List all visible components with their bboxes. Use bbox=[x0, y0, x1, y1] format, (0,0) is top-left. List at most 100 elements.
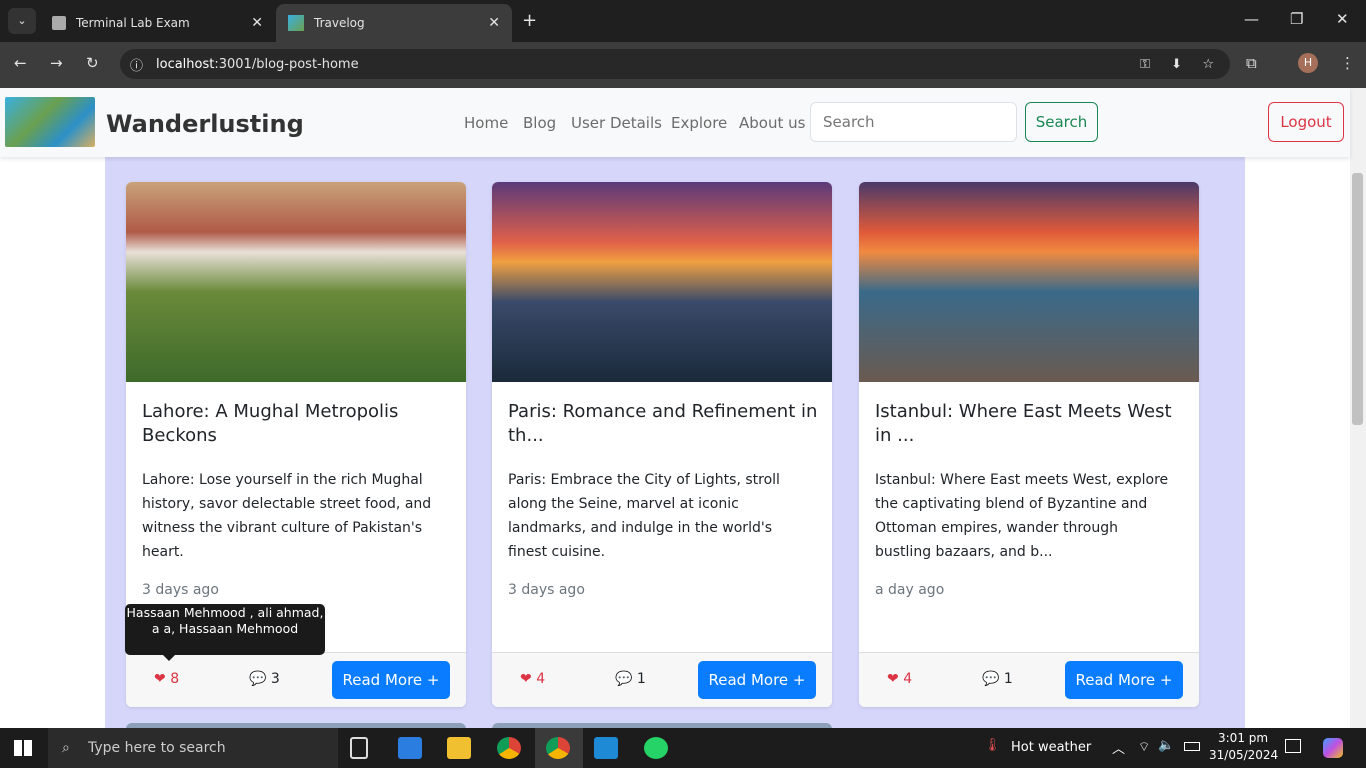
extensions-icon[interactable]: ⧉ bbox=[1246, 54, 1257, 72]
card-footer: ❤ 8 💬 3 Read More + bbox=[126, 652, 466, 707]
search-icon: ⌕ bbox=[62, 740, 70, 756]
comment-button[interactable]: 💬 3 bbox=[249, 671, 280, 687]
comment-icon: 💬 bbox=[982, 671, 1000, 687]
read-more-button[interactable]: Read More + bbox=[1065, 661, 1183, 699]
address-bar-row: ← → ↻ ⓘ localhost:3001/blog-post-home ⚿ … bbox=[0, 42, 1366, 88]
password-key-icon[interactable]: ⚿ bbox=[1140, 57, 1150, 72]
read-more-button[interactable]: Read More + bbox=[332, 661, 450, 699]
search-button[interactable]: Search bbox=[1025, 102, 1098, 142]
tab-search-button[interactable]: ⌄ bbox=[8, 8, 36, 34]
menu-icon[interactable]: ⋮ bbox=[1340, 54, 1355, 72]
post-title[interactable]: Istanbul: Where East Meets West in ... bbox=[875, 400, 1185, 448]
store-icon[interactable] bbox=[398, 737, 422, 759]
post-time: 3 days ago bbox=[142, 582, 219, 598]
post-time: a day ago bbox=[875, 582, 945, 598]
file-explorer-icon[interactable] bbox=[447, 737, 471, 759]
search-input[interactable] bbox=[810, 102, 1017, 142]
battery-icon[interactable] bbox=[1184, 742, 1200, 751]
reload-icon[interactable]: ↻ bbox=[86, 54, 99, 72]
like-count: 8 bbox=[170, 671, 180, 687]
scrollbar-thumb[interactable] bbox=[1352, 173, 1363, 425]
vscode-icon[interactable] bbox=[594, 737, 618, 759]
tab-travelog[interactable]: Travelog ✕ bbox=[276, 4, 512, 42]
new-tab-icon[interactable]: + bbox=[522, 10, 537, 31]
like-count: 4 bbox=[903, 671, 913, 687]
whatsapp-icon[interactable] bbox=[644, 737, 668, 759]
post-title[interactable]: Lahore: A Mughal Metropolis Beckons bbox=[142, 400, 452, 448]
taskbar-search[interactable]: ⌕ Type here to search bbox=[48, 728, 338, 768]
like-count: 4 bbox=[536, 671, 546, 687]
nav-about-us[interactable]: About us bbox=[739, 114, 805, 132]
brand-logo[interactable] bbox=[5, 97, 95, 147]
like-button[interactable]: ❤ 8 bbox=[154, 671, 179, 687]
tray-chevron-icon[interactable]: ︿ bbox=[1112, 738, 1125, 757]
post-image bbox=[859, 182, 1199, 382]
page-icon bbox=[52, 16, 66, 30]
tab-strip: ⌄ Terminal Lab Exam ✕ Travelog ✕ + — ❐ ✕ bbox=[0, 0, 1366, 42]
like-button[interactable]: ❤ 4 bbox=[520, 671, 545, 687]
url-path: :3001/blog-post-home bbox=[214, 56, 359, 72]
heart-icon: ❤ bbox=[520, 671, 532, 687]
tab-title: Travelog bbox=[314, 16, 365, 30]
nav-user-details[interactable]: User Details bbox=[571, 114, 662, 132]
comment-button[interactable]: 💬 1 bbox=[615, 671, 646, 687]
back-icon[interactable]: ← bbox=[14, 54, 27, 72]
logout-button[interactable]: Logout bbox=[1268, 102, 1344, 142]
comment-count: 1 bbox=[636, 671, 646, 687]
bookmark-star-icon[interactable]: ☆ bbox=[1202, 57, 1214, 72]
navbar: Wanderlusting Home Blog User Details Exp… bbox=[0, 88, 1350, 157]
nav-blog[interactable]: Blog bbox=[523, 114, 556, 132]
post-excerpt: Istanbul: Where East meets West, explore… bbox=[875, 472, 1169, 560]
heart-icon: ❤ bbox=[154, 671, 166, 687]
post-title[interactable]: Paris: Romance and Refinement in th... bbox=[508, 400, 818, 448]
notifications-icon[interactable] bbox=[1285, 739, 1301, 753]
close-window-icon[interactable]: ✕ bbox=[1336, 10, 1349, 28]
heart-icon: ❤ bbox=[887, 671, 899, 687]
likes-tooltip: Hassaan Mehmood , ali ahmad, a a, Hassaa… bbox=[125, 604, 325, 661]
brand-name[interactable]: Wanderlusting bbox=[106, 110, 304, 138]
start-button[interactable] bbox=[14, 740, 32, 756]
taskbar: ⌕ Type here to search 🌡 Hot weather ︿ ⌔ 🔈… bbox=[0, 728, 1366, 768]
like-button[interactable]: ❤ 4 bbox=[887, 671, 912, 687]
chrome-active[interactable] bbox=[535, 728, 583, 768]
post-excerpt: Lahore: Lose yourself in the rich Mughal… bbox=[142, 472, 432, 560]
read-more-button[interactable]: Read More + bbox=[698, 661, 816, 699]
favicon bbox=[288, 15, 304, 31]
comment-count: 1 bbox=[1003, 671, 1013, 687]
comment-icon: 💬 bbox=[615, 671, 633, 687]
url-input[interactable]: ⓘ localhost:3001/blog-post-home ⚿ ⬇ ☆ bbox=[120, 49, 1230, 79]
clock-date[interactable]: 31/05/2024 bbox=[1209, 748, 1278, 762]
card-footer: ❤ 4 💬 1 Read More + bbox=[492, 652, 832, 707]
restore-icon[interactable]: ❐ bbox=[1290, 10, 1303, 28]
nav-home[interactable]: Home bbox=[464, 114, 508, 132]
scrollbar[interactable] bbox=[1350, 88, 1366, 728]
url-host: localhost bbox=[156, 56, 215, 72]
comment-icon: 💬 bbox=[249, 671, 267, 687]
post-excerpt: Paris: Embrace the City of Lights, strol… bbox=[508, 472, 780, 560]
nav-explore[interactable]: Explore bbox=[671, 114, 727, 132]
post-card: Paris: Romance and Refinement in th... P… bbox=[492, 182, 832, 707]
clock-time[interactable]: 3:01 pm bbox=[1218, 731, 1268, 745]
wifi-icon[interactable]: ⌔ bbox=[1138, 739, 1150, 755]
comment-count: 3 bbox=[270, 671, 280, 687]
minimize-icon[interactable]: — bbox=[1244, 10, 1259, 28]
tab-terminal-lab-exam[interactable]: Terminal Lab Exam ✕ bbox=[40, 4, 275, 42]
weather-text[interactable]: Hot weather bbox=[1011, 740, 1091, 755]
close-tab-icon[interactable]: ✕ bbox=[488, 15, 500, 31]
volume-icon[interactable]: 🔈 bbox=[1158, 738, 1174, 753]
post-time: 3 days ago bbox=[508, 582, 585, 598]
comment-button[interactable]: 💬 1 bbox=[982, 671, 1013, 687]
post-image bbox=[126, 182, 466, 382]
chrome-profile-icon bbox=[546, 737, 570, 759]
card-footer: ❤ 4 💬 1 Read More + bbox=[859, 652, 1199, 707]
copilot-icon[interactable] bbox=[1323, 738, 1343, 758]
install-app-icon[interactable]: ⬇ bbox=[1171, 57, 1182, 72]
task-view-icon[interactable] bbox=[350, 737, 368, 759]
taskbar-search-placeholder: Type here to search bbox=[88, 740, 226, 756]
chrome-icon[interactable] bbox=[497, 737, 521, 759]
close-tab-icon[interactable]: ✕ bbox=[251, 15, 263, 31]
weather-icon: 🌡 bbox=[984, 738, 1001, 753]
profile-avatar[interactable]: H bbox=[1298, 53, 1318, 73]
forward-icon[interactable]: → bbox=[50, 54, 63, 72]
site-info-icon[interactable]: ⓘ bbox=[130, 55, 143, 74]
